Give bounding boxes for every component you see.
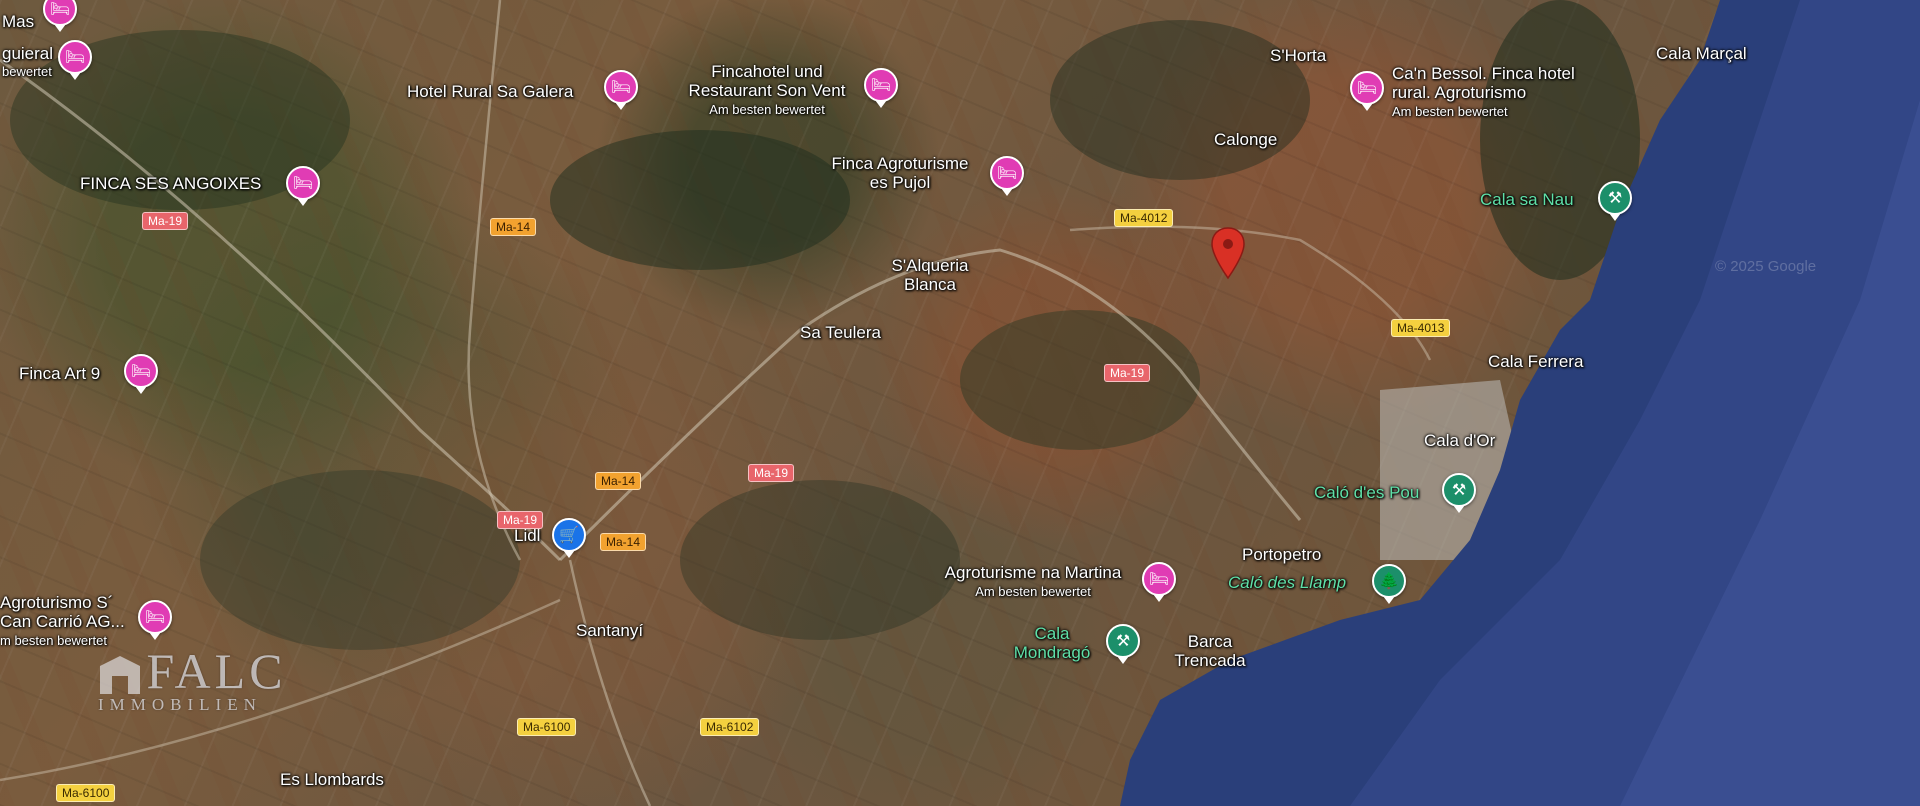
shop-marker[interactable]: 🛒 — [552, 518, 586, 552]
park-marker[interactable]: 🌲 — [1372, 564, 1406, 598]
place-label-line: Finca Agroturisme — [831, 154, 969, 173]
place-label-agroturismo-can-carrio[interactable]: Agroturismo S´ Can Carrió AG... m besten… — [0, 593, 125, 650]
bed-icon: 🛏 — [49, 1, 71, 18]
place-label-salqueria-blanca: S'Alqueria Blanca — [880, 256, 980, 294]
place-label-santanyi: Santanyí — [576, 621, 644, 640]
place-label-calo-des-pou[interactable]: Caló d'es Pou — [1314, 483, 1419, 502]
bed-icon: 🛏 — [870, 77, 892, 94]
bed-icon: 🛏 — [130, 363, 152, 380]
bed-icon: 🛏 — [64, 49, 86, 66]
road-shield-ma19: Ma-19 — [497, 511, 544, 529]
place-label-fincahotel-son-vent[interactable]: Fincahotel und Restaurant Son Vent Am be… — [672, 62, 862, 119]
google-attribution: © 2025 Google — [1715, 258, 1817, 275]
place-label-sa-teulera: Sa Teulera — [800, 323, 881, 342]
bed-icon: 🛏 — [996, 165, 1018, 182]
hotel-marker[interactable]: 🛏 — [1350, 71, 1384, 105]
place-label-line: Agroturisme na Martina — [944, 563, 1122, 582]
place-label-es-llombards: Es Llombards — [280, 770, 384, 789]
place-label-cala-ferrera: Cala Ferrera — [1488, 352, 1584, 371]
park-marker[interactable]: ⚒ — [1598, 181, 1632, 215]
road-shield-ma19: Ma-19 — [142, 212, 189, 230]
place-label-calo-des-llamp[interactable]: Caló des Llamp — [1228, 573, 1346, 592]
road-shield-ma14: Ma-14 — [490, 218, 537, 236]
shopping-cart-icon: 🛒 — [559, 527, 579, 544]
bed-icon: 🛏 — [1148, 571, 1170, 588]
place-label-line: Mondragó — [1013, 643, 1091, 662]
bed-icon: 🛏 — [610, 79, 632, 96]
hotel-marker[interactable]: 🛏 — [604, 70, 638, 104]
brand-name: FALC — [146, 643, 287, 699]
road-shield-ma6102: Ma-6102 — [700, 718, 760, 736]
road-shield-ma19: Ma-19 — [748, 464, 795, 482]
place-label-line: S'Alqueria — [891, 256, 969, 275]
road-shield-ma4012: Ma-4012 — [1114, 209, 1174, 227]
place-sublabel: Am besten bewertet — [1392, 104, 1508, 119]
place-label-shorta: S'Horta — [1270, 46, 1327, 65]
place-label-line: Trencada — [1174, 651, 1246, 670]
road-shield-ma4013: Ma-4013 — [1391, 319, 1451, 337]
park-icon: ⚒ — [1607, 190, 1623, 207]
bed-icon: 🛏 — [144, 609, 166, 626]
road-shield-ma6100: Ma-6100 — [517, 718, 577, 736]
place-label-line: es Pujol — [869, 173, 931, 192]
place-label-cala-dor: Cala d'Or — [1424, 431, 1496, 450]
hotel-marker[interactable]: 🛏 — [864, 68, 898, 102]
tree-icon: 🌲 — [1379, 573, 1399, 590]
place-label-portopetro: Portopetro — [1242, 545, 1322, 564]
park-icon: ⚒ — [1115, 633, 1131, 650]
brand-sub: IMMOBILIEN — [98, 695, 262, 714]
map-terrain-overlay — [0, 0, 1920, 806]
hotel-marker[interactable]: 🛏 — [58, 40, 92, 74]
place-label-line: Can Carrió AG... — [0, 612, 125, 631]
map-pin-icon[interactable] — [1208, 226, 1248, 282]
park-icon: ⚒ — [1451, 482, 1467, 499]
brand-watermark: FALC IMMOBILIEN — [98, 646, 287, 714]
place-label-calonge: Calonge — [1214, 130, 1278, 149]
road-shield-ma14: Ma-14 — [600, 533, 647, 551]
place-label-line: Restaurant Son Vent — [688, 81, 846, 100]
place-label-finca-es-pujol[interactable]: Finca Agroturisme es Pujol — [810, 154, 990, 192]
hotel-marker[interactable]: 🛏 — [138, 600, 172, 634]
place-label-cala-marcal: Cala Marçal — [1656, 44, 1747, 63]
place-label-agroturisme-na-martina[interactable]: Agroturisme na Martina Am besten bewerte… — [918, 563, 1148, 601]
place-sublabel: Am besten bewertet — [975, 584, 1091, 599]
hotel-marker[interactable]: 🛏 — [1142, 562, 1176, 596]
hotel-marker[interactable]: 🛏 — [286, 166, 320, 200]
place-label-barca-trencada: Barca Trencada — [1160, 632, 1260, 670]
place-label-finca-ses-angoixes[interactable]: FINCA SES ANGOIXES — [80, 174, 261, 193]
place-label-line: Fincahotel und — [711, 62, 823, 81]
road-shield-ma19: Ma-19 — [1104, 364, 1151, 382]
place-label-line: Ca'n Bessol. Finca hotel — [1392, 64, 1575, 83]
place-sublabel-guieral: bewertet — [2, 64, 52, 79]
road-shield-ma14: Ma-14 — [595, 472, 642, 490]
road-shield-ma6100: Ma-6100 — [56, 784, 116, 802]
place-label-line: Agroturismo S´ — [0, 593, 114, 612]
falc-logo-icon — [98, 656, 146, 694]
satellite-map[interactable]: Mas guieral bewertet Hotel Rural Sa Gale… — [0, 0, 1920, 806]
place-label-line: rural. Agroturismo — [1392, 83, 1527, 102]
park-marker[interactable]: ⚒ — [1442, 473, 1476, 507]
place-label-finca-art-9[interactable]: Finca Art 9 — [19, 364, 100, 383]
place-label-cala-sa-nau[interactable]: Cala sa Nau — [1480, 190, 1574, 209]
hotel-marker[interactable]: 🛏 — [990, 156, 1024, 190]
bed-icon: 🛏 — [292, 175, 314, 192]
place-label-line: Barca — [1187, 632, 1233, 651]
park-marker[interactable]: ⚒ — [1106, 624, 1140, 658]
place-label-line: Cala — [1034, 624, 1070, 643]
bed-icon: 🛏 — [1356, 80, 1378, 97]
hotel-marker[interactable]: 🛏 — [124, 354, 158, 388]
place-label-mas: Mas — [2, 12, 35, 31]
place-label-hotel-sa-galera[interactable]: Hotel Rural Sa Galera — [407, 82, 573, 101]
place-label-line: Blanca — [904, 275, 956, 294]
place-label-can-bessol[interactable]: Ca'n Bessol. Finca hotel rural. Agroturi… — [1392, 64, 1575, 121]
place-label-cala-mondrago[interactable]: Cala Mondragó — [1002, 624, 1102, 662]
place-sublabel: Am besten bewertet — [709, 102, 825, 117]
place-label-guieral: guieral — [2, 44, 54, 63]
